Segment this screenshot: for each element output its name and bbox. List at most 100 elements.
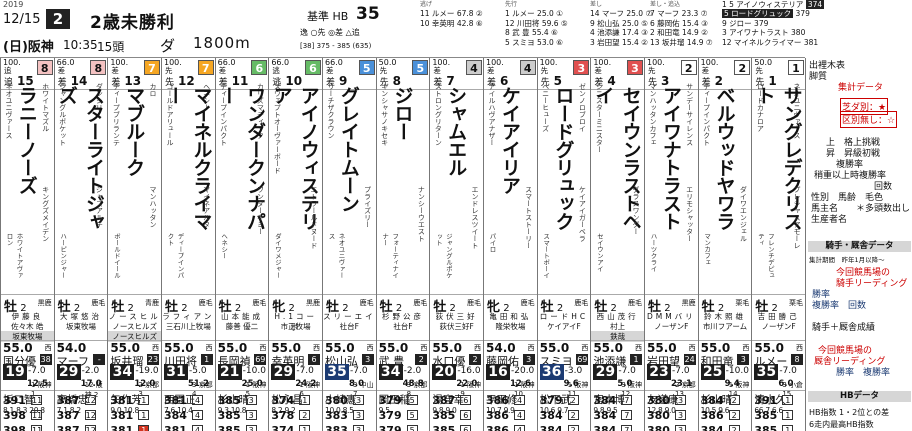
coat-color: 青鹿 bbox=[144, 299, 159, 307]
trainer-given: 公彦 bbox=[402, 312, 424, 321]
dam-sire-name: ディープインパクト bbox=[166, 233, 184, 279]
hb-score: 386 bbox=[700, 409, 724, 422]
horse-column[interactable]: 100. 4 差 差7 ストロングリターン シャムエル エンドレスツイート ジャ… bbox=[429, 58, 483, 431]
dam-name: ケイアイガーベラ bbox=[578, 186, 587, 242]
coat-color: 黒鹿 bbox=[305, 299, 320, 307]
hb-index-box: 19 bbox=[3, 364, 27, 380]
horse-column[interactable]: 100. 2 差 差2 ディープインパクト ベルウッドヤワラ ダイワエンジェル … bbox=[697, 58, 752, 431]
hb-score: 378 bbox=[271, 409, 295, 422]
block-heading: 先行 bbox=[505, 1, 518, 8]
sire-2-name: カロ bbox=[148, 83, 157, 97]
horse-column[interactable]: 100. 3 先 先5 ヘニーヒューズ ゼンノロブロイ ロードグリュック ケイア… bbox=[536, 58, 591, 431]
hb-index-box: 34 bbox=[110, 364, 135, 380]
hb-score: 387 bbox=[56, 394, 80, 407]
hb-rank-box: 3 bbox=[353, 425, 364, 431]
horse-column[interactable]: 100. 2 先 先3 マンハッタンカフェ サンデーサイレンス アイワナトラスト… bbox=[644, 58, 698, 431]
horse-column[interactable]: 100. 3 差 差4 シニスターミニスター セイウンラストヘイ グラスワンダー… bbox=[590, 58, 644, 431]
jockey-badge: 3 bbox=[361, 354, 374, 365]
race-name: 2歳未勝利 bbox=[90, 13, 175, 33]
divider bbox=[698, 294, 752, 295]
trainer-given: 勝己 bbox=[778, 312, 800, 321]
rank-5: 12 マイネルクライマー bbox=[722, 37, 802, 47]
hb-diff: -20.0 bbox=[511, 366, 535, 376]
owner: 社台F bbox=[393, 322, 413, 331]
block-heading: 逃げ bbox=[420, 1, 433, 8]
dam-name: グラスワンダー bbox=[631, 186, 640, 235]
dam-sire-name: ボールドイール bbox=[112, 233, 121, 279]
horse-name[interactable]: ケイアイリア bbox=[497, 86, 524, 236]
hb-score: 374 bbox=[271, 394, 295, 407]
block-row-value: 53.0 bbox=[537, 37, 554, 47]
horse-column[interactable]: 100. 7 差 差 13 ディープブリランテ カロ マブルーク マンハッタン ボ… bbox=[107, 58, 161, 431]
hb-rank-box: 3 bbox=[353, 410, 364, 420]
hb-index-box: 35 bbox=[325, 364, 349, 380]
horse-column[interactable]: 100. 4 差 差6 アイルハヴアナザー ケイアイリア スマートストーリー パ… bbox=[483, 58, 537, 431]
hb-index-box: 36 bbox=[539, 364, 564, 380]
weight-region: 西 bbox=[527, 344, 535, 352]
coat-color: 鹿毛 bbox=[91, 299, 106, 307]
owner: ケイアイF bbox=[547, 322, 581, 331]
block-row-label: 11 ルメー bbox=[420, 9, 455, 19]
block-row-label: 2 和田竜 bbox=[650, 28, 680, 38]
hb-rank-box: 2 bbox=[567, 425, 579, 431]
running-style-block: 差し・追込 7 マーフ 23.3 ⑦6 藤岡佑 15.4 ③2 和田竜 14.9 … bbox=[650, 0, 713, 47]
horse-name[interactable]: シャムエル bbox=[443, 86, 470, 236]
block-row-label: 10 幸英明 bbox=[420, 18, 455, 28]
hb-rank-box: 1 bbox=[299, 425, 311, 431]
dam-sire-name: ヘネシー bbox=[219, 233, 228, 259]
block-row-badge: ⑥ bbox=[475, 18, 483, 28]
horse-name[interactable]: グレイトムーン bbox=[336, 86, 363, 236]
trainer-family: ロードHC bbox=[539, 312, 589, 321]
horse-column[interactable]: 50.0 5 先 先8 キンシャサノキセキ ジロー ナンシーウエスト フォーティ… bbox=[375, 58, 430, 431]
horse-column[interactable]: 66.0 6 逃 逃 10 スウェプトオーヴァーボード アイノウィステリア エトワ… bbox=[268, 58, 322, 431]
hb-score: 381 bbox=[110, 424, 134, 431]
horse-column[interactable]: 50.0 1 先 先1 ロードカナロア ネオユニヴァース サングレデクリスト プ… bbox=[751, 58, 805, 431]
hb-rank-box: 12 bbox=[84, 410, 96, 420]
hb-rank-box: 4 bbox=[192, 425, 203, 431]
block-row: 1 ルメー 25.0 ① bbox=[505, 9, 568, 18]
horse-column[interactable]: 66.0 6 差 差 11 ディープインパクト カリズマティック ワンダークンナパ… bbox=[214, 58, 269, 431]
block-row-value: 55.4 bbox=[531, 28, 549, 38]
horse-name[interactable]: マブルーク bbox=[121, 86, 148, 236]
horse-column[interactable]: 100. 7 先 先 12 ゴールドアリュール ヘネシー マイネルクライマー マイ… bbox=[161, 58, 215, 431]
hb-score: 387 bbox=[56, 424, 80, 431]
block-row-badge: ② bbox=[475, 9, 483, 19]
rank-3: 9 ジロー bbox=[722, 18, 752, 28]
horse-column[interactable]: 66.0 5 差 差9 リーチザクラウン グレイトムーン プライズリー ネオユニ… bbox=[322, 58, 376, 431]
race-venue-day: (日)阪神 bbox=[3, 36, 54, 55]
hb-score: 380 bbox=[647, 424, 670, 431]
hb-score: 385 bbox=[432, 424, 456, 431]
hb-score: 381 bbox=[110, 394, 134, 407]
horse-name[interactable]: ジロー bbox=[389, 86, 416, 236]
block-row-badge: ② bbox=[701, 28, 708, 38]
hb-rank-box: 4 bbox=[514, 425, 525, 431]
block-row-value: 15.4 bbox=[622, 37, 639, 47]
hb-index-box: 29 bbox=[56, 364, 81, 380]
dam-name: プレシャスアモーレ bbox=[792, 186, 801, 249]
hb-rank-box: 11 bbox=[31, 395, 43, 405]
block-row: 5 スミヨ 53.0 ⑥ bbox=[505, 38, 568, 47]
block-row-label: 7 マーフ bbox=[650, 9, 680, 19]
dam-name: マンハッタン bbox=[148, 186, 157, 228]
horse-name[interactable]: ベルウッドヤワラ bbox=[711, 86, 738, 236]
hb-score: 386 bbox=[486, 424, 509, 431]
gate-number: 8 bbox=[36, 60, 53, 75]
hb-diff: -7.0 bbox=[350, 366, 368, 376]
block-row-value: 25.0 bbox=[626, 9, 644, 19]
horse-name[interactable]: ロードグリュック bbox=[550, 86, 577, 236]
hb-rank-box: 3 bbox=[675, 425, 686, 431]
horse-name[interactable]: ラニーノーズ bbox=[14, 86, 41, 236]
block-row-badge: ⑦ bbox=[700, 9, 708, 19]
horse-column[interactable]: 100. 8 追 追 15 ネオユニヴァース ホワイトマズル ラニーノーズ キング… bbox=[0, 58, 54, 431]
dam-name: ワンダーキミー bbox=[256, 186, 265, 235]
block-row-label: 6 藤岡佑 bbox=[650, 18, 680, 28]
rank-2: 5 ロードグリュック bbox=[722, 9, 794, 19]
side-hb-index: HB指数 1・2位との差 bbox=[809, 408, 890, 417]
dam-sire-name: フォーティナイナー bbox=[380, 233, 399, 279]
gate-number: 2 bbox=[734, 60, 751, 75]
coat-color: 栗毛 bbox=[788, 299, 803, 307]
dam-sire-name: ネオユニヴァース bbox=[327, 233, 345, 279]
horse-name[interactable]: アイワナトラスト bbox=[658, 86, 685, 236]
horse-column[interactable]: 66.0 8 差 差 14 ジャングルポケット ダンシリ スターライトジャズ ジャ… bbox=[53, 58, 108, 431]
divider bbox=[1, 294, 54, 295]
